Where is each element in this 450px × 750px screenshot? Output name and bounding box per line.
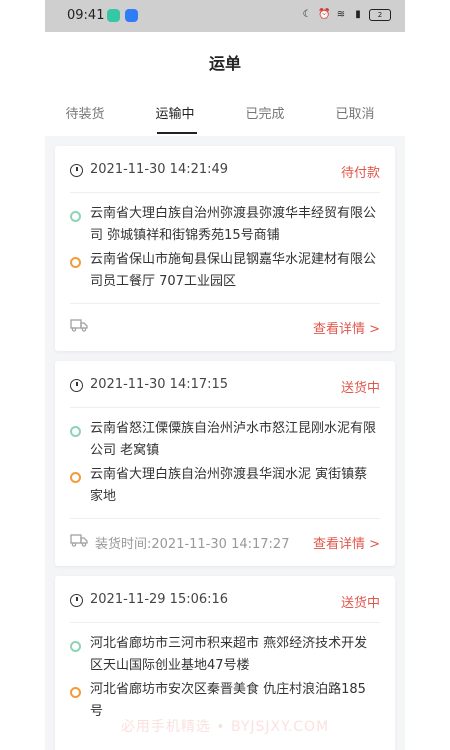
app-notification-icon bbox=[107, 9, 120, 22]
origin-dot-icon bbox=[70, 641, 81, 652]
destination-dot-icon bbox=[70, 472, 81, 483]
order-status: 送货中 bbox=[340, 381, 380, 396]
battery-icon: 2 bbox=[369, 9, 391, 21]
watermark: 必用手机精选 • BYJSJXY.COM bbox=[120, 719, 330, 735]
order-time: 2021-11-30 14:17:15 bbox=[90, 377, 229, 392]
divider bbox=[70, 303, 380, 304]
origin-address: 云南省怒江傈僳族自治州泸水市怒江昆刚水泥有限公司 老窝镇 bbox=[70, 418, 377, 462]
alarm-icon: ⏰ bbox=[318, 9, 331, 20]
origin-address-text: 云南省怒江傈僳族自治州泸水市怒江昆刚水泥有限公司 老窝镇 bbox=[90, 421, 377, 458]
active-tab-indicator bbox=[157, 132, 197, 134]
order-status: 待付款 bbox=[340, 166, 380, 181]
app-notification-icon-2 bbox=[125, 9, 138, 22]
status-icons: ☾ ⏰ ≋ ▮ 2 bbox=[301, 9, 391, 21]
destination-dot-icon bbox=[70, 257, 81, 268]
moon-icon: ☾ bbox=[302, 9, 312, 20]
tab-cancelled[interactable]: 已取消 bbox=[315, 103, 395, 122]
order-card[interactable]: 2021-11-30 14:17:15 送货中 云南省怒江傈僳族自治州泸水市怒江… bbox=[55, 361, 395, 566]
origin-address-text: 河北省廊坊市三河市积来超市 燕郊经济技术开发区天山国际创业基地47号楼 bbox=[90, 636, 368, 673]
origin-dot-icon bbox=[70, 426, 81, 437]
ship-time: 装货时间:2021-11-30 14:17:27 bbox=[95, 533, 289, 552]
order-card[interactable]: 2021-11-30 14:21:49 待付款 云南省大理白族自治州弥渡县弥渡华… bbox=[55, 146, 395, 351]
truck-icon bbox=[70, 534, 88, 547]
divider bbox=[70, 407, 380, 408]
signal-icon: ▮ bbox=[355, 9, 361, 20]
clock-icon bbox=[70, 379, 83, 392]
order-time: 2021-11-29 15:06:16 bbox=[90, 592, 229, 607]
page-header: 运单 待装货 运输中 已完成 已取消 bbox=[45, 32, 405, 136]
tab-completed[interactable]: 已完成 bbox=[225, 103, 305, 122]
view-details-link[interactable]: 查看详情 > bbox=[313, 533, 380, 552]
order-status: 送货中 bbox=[340, 596, 380, 611]
status-time: 09:41 bbox=[67, 8, 105, 23]
order-header: 2021-11-30 14:21:49 待付款 bbox=[70, 162, 380, 182]
destination-address: 云南省大理白族自治州弥渡县华润水泥 寅街镇蔡家地 bbox=[70, 464, 377, 508]
tab-to-load[interactable]: 待装货 bbox=[45, 103, 125, 122]
destination-dot-icon bbox=[70, 687, 81, 698]
wifi-icon: ≋ bbox=[336, 9, 346, 20]
phone-screen: 09:41 ☾ ⏰ ≋ ▮ 2 运单 待装货 运输中 已完成 已取消 2021-… bbox=[45, 0, 405, 750]
truck-icon bbox=[70, 319, 88, 332]
origin-address: 云南省大理白族自治州弥渡县弥渡华丰经贸有限公司 弥城镇祥和街锦秀苑15号商铺 bbox=[70, 203, 377, 247]
order-header: 2021-11-29 15:06:16 送货中 bbox=[70, 592, 380, 612]
destination-address-text: 云南省保山市施甸县保山昆钢嘉华水泥建材有限公司员工餐厅 707工业园区 bbox=[90, 252, 377, 289]
ship-time-value: 2021-11-30 14:17:27 bbox=[151, 537, 290, 552]
destination-address-text: 云南省大理白族自治州弥渡县华润水泥 寅街镇蔡家地 bbox=[90, 467, 368, 504]
page-title: 运单 bbox=[208, 54, 241, 73]
order-header: 2021-11-30 14:17:15 送货中 bbox=[70, 377, 380, 397]
origin-dot-icon bbox=[70, 211, 81, 222]
clock-icon bbox=[70, 164, 83, 177]
divider bbox=[70, 192, 380, 193]
origin-address-text: 云南省大理白族自治州弥渡县弥渡华丰经贸有限公司 弥城镇祥和街锦秀苑15号商铺 bbox=[90, 206, 377, 243]
tab-in-transit[interactable]: 运输中 bbox=[135, 103, 215, 122]
tab-bar: 待装货 运输中 已完成 已取消 bbox=[45, 103, 405, 136]
status-bar: 09:41 ☾ ⏰ ≋ ▮ 2 bbox=[45, 0, 405, 32]
divider bbox=[70, 622, 380, 623]
view-details-link[interactable]: 查看详情 > bbox=[313, 318, 380, 337]
divider bbox=[70, 518, 380, 519]
origin-address: 河北省廊坊市三河市积来超市 燕郊经济技术开发区天山国际创业基地47号楼 bbox=[70, 633, 377, 677]
clock-icon bbox=[70, 594, 83, 607]
destination-address: 云南省保山市施甸县保山昆钢嘉华水泥建材有限公司员工餐厅 707工业园区 bbox=[70, 249, 377, 293]
ship-time-label: 装货时间: bbox=[95, 537, 152, 552]
order-time: 2021-11-30 14:21:49 bbox=[90, 162, 229, 177]
